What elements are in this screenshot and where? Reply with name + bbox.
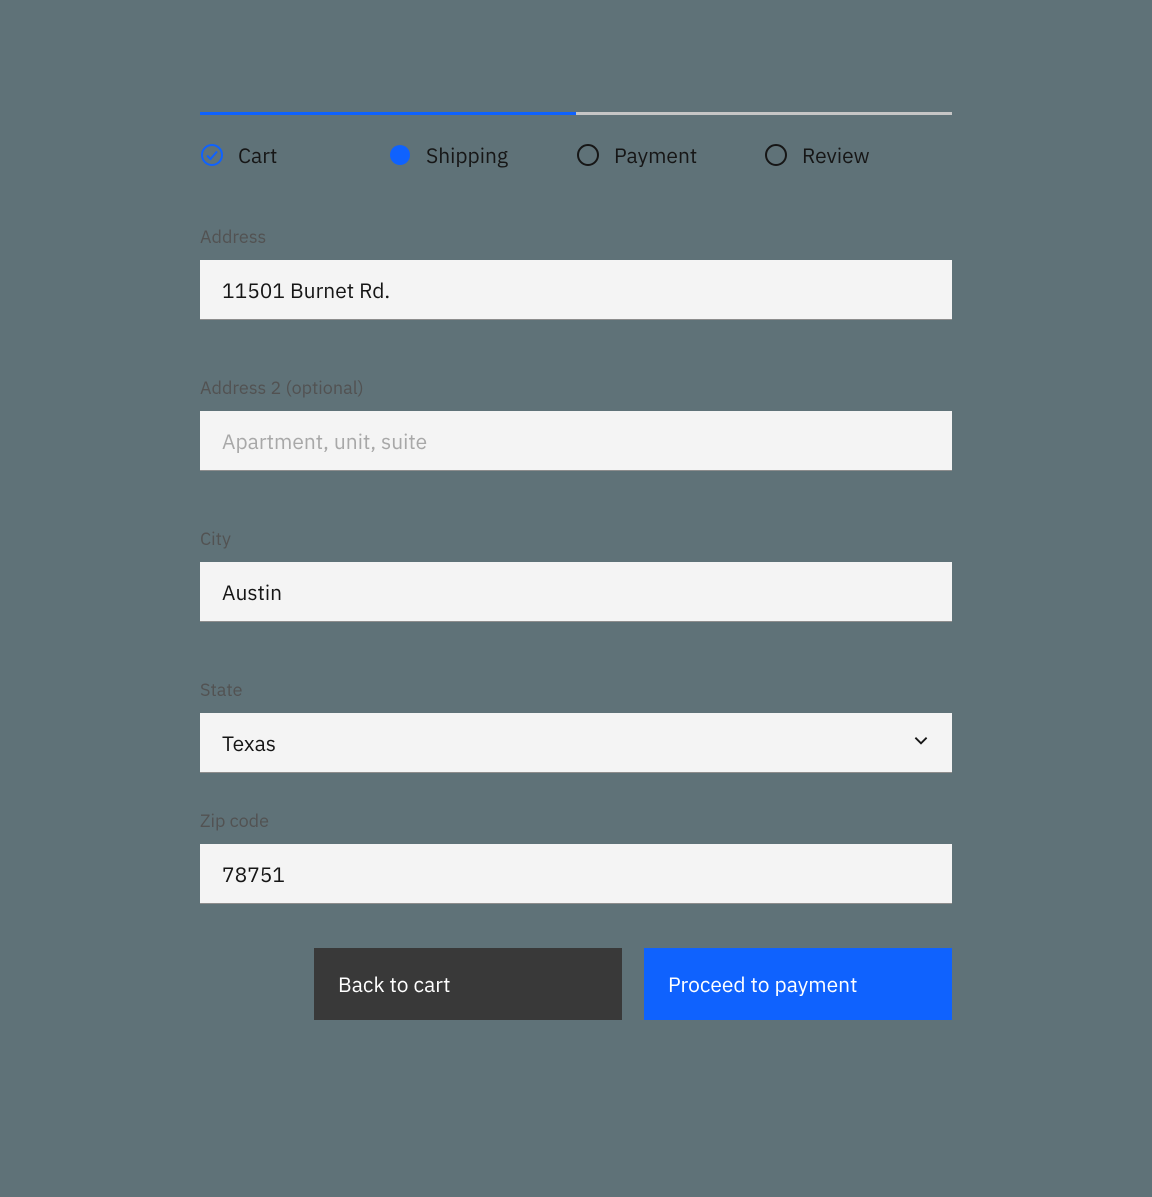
button-row: Back to cart Proceed to payment <box>200 948 952 1020</box>
field-group-state: State Texas <box>200 678 952 773</box>
progress-fill <box>200 112 576 115</box>
city-input[interactable] <box>200 562 952 622</box>
proceed-to-payment-button[interactable]: Proceed to payment <box>644 948 952 1020</box>
address-input[interactable] <box>200 260 952 320</box>
step-review[interactable]: Review <box>764 141 952 169</box>
circle-outline-icon <box>576 143 600 167</box>
step-label: Shipping <box>426 141 508 169</box>
step-shipping[interactable]: Shipping <box>388 141 576 169</box>
circle-filled-icon <box>388 143 412 167</box>
field-group-city: City <box>200 527 952 622</box>
step-label: Review <box>802 141 870 169</box>
step-payment[interactable]: Payment <box>576 141 764 169</box>
step-cart[interactable]: Cart <box>200 141 388 169</box>
state-label: State <box>200 678 952 701</box>
zip-label: Zip code <box>200 809 952 832</box>
back-to-cart-button[interactable]: Back to cart <box>314 948 622 1020</box>
step-label: Payment <box>614 141 697 169</box>
address-label: Address <box>200 225 952 248</box>
checkout-form: Cart Shipping Payment Review Address Add… <box>200 112 952 1020</box>
zip-input[interactable] <box>200 844 952 904</box>
checkmark-circle-icon <box>200 143 224 167</box>
address2-label: Address 2 (optional) <box>200 376 952 399</box>
progress-steps: Cart Shipping Payment Review <box>200 115 952 169</box>
field-group-address: Address <box>200 225 952 320</box>
step-label: Cart <box>238 141 277 169</box>
field-group-zip: Zip code <box>200 809 952 904</box>
circle-outline-icon <box>764 143 788 167</box>
address2-input[interactable] <box>200 411 952 471</box>
city-label: City <box>200 527 952 550</box>
state-select[interactable]: Texas <box>200 713 952 773</box>
field-group-address2: Address 2 (optional) <box>200 376 952 471</box>
